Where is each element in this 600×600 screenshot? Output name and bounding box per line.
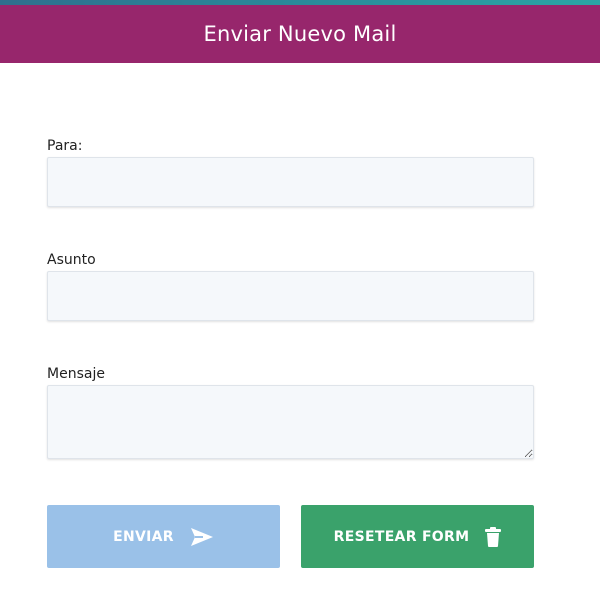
page-header: Enviar Nuevo Mail xyxy=(0,5,600,63)
subject-input[interactable] xyxy=(47,271,534,321)
send-button-label: ENVIAR xyxy=(113,528,174,545)
send-button[interactable]: ENVIAR xyxy=(47,505,280,568)
page-title: Enviar Nuevo Mail xyxy=(203,22,397,46)
paper-plane-icon xyxy=(190,527,214,547)
reset-button-label: RESETEAR FORM xyxy=(333,528,470,545)
trash-icon xyxy=(485,526,502,547)
to-input[interactable] xyxy=(47,157,534,207)
to-label: Para: xyxy=(47,138,83,154)
reset-form-button[interactable]: RESETEAR FORM xyxy=(301,505,534,568)
subject-label: Asunto xyxy=(47,252,96,268)
message-textarea[interactable] xyxy=(47,385,534,459)
message-label: Mensaje xyxy=(47,366,105,382)
